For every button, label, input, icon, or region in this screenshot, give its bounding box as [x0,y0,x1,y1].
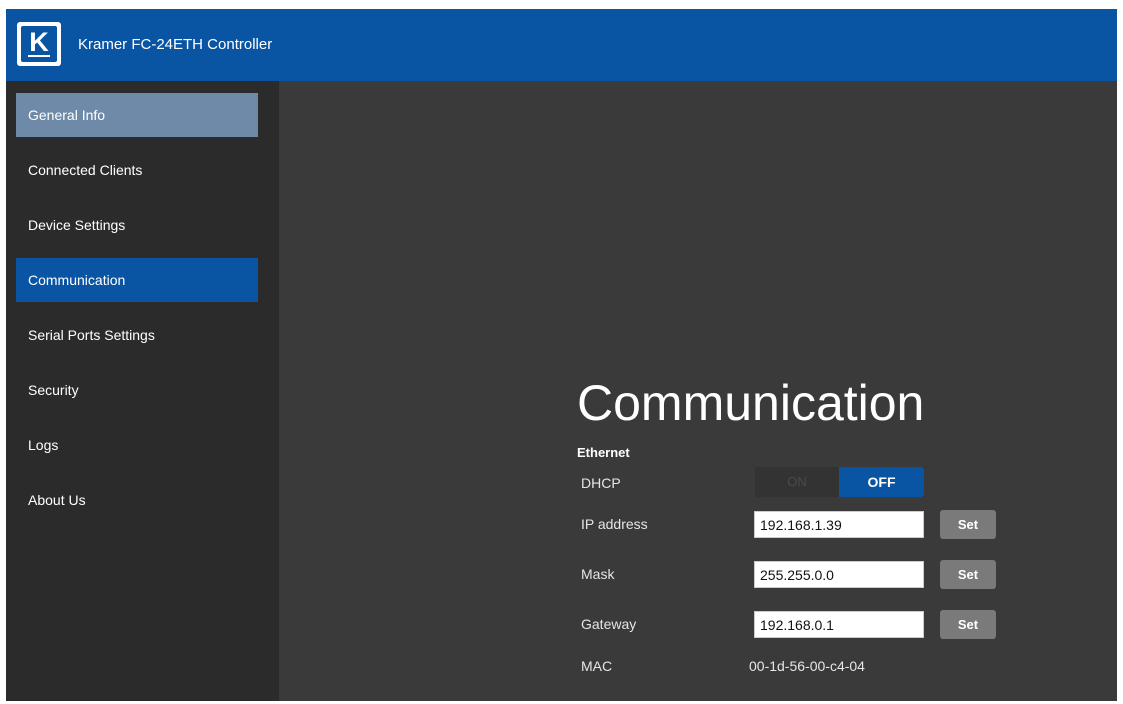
gateway-input[interactable] [754,611,924,638]
mac-label: MAC [581,658,613,674]
dhcp-toggle[interactable]: ON OFF [755,467,924,497]
sidebar-item-serial-ports-settings[interactable]: Serial Ports Settings [16,313,258,357]
sidebar-item-connected-clients[interactable]: Connected Clients [16,148,258,192]
mask-label: Mask [581,566,615,582]
gateway-set-button[interactable]: Set [940,610,996,639]
sidebar-item-about-us[interactable]: About Us [16,478,258,522]
dhcp-label: DHCP [581,475,621,491]
mask-input[interactable] [754,561,924,588]
sidebar-item-device-settings[interactable]: Device Settings [16,203,258,247]
section-ethernet: Ethernet [577,445,630,460]
content-panel: Communication Ethernet DHCP ON OFF IP ad… [279,81,1117,701]
dhcp-toggle-off[interactable]: OFF [839,467,924,497]
app-header: K Kramer FC-24ETH Controller [6,9,1117,81]
ip-address-input[interactable] [754,511,924,538]
sidebar: General Info Connected Clients Device Se… [6,81,279,701]
kramer-logo-icon: K [17,22,61,66]
dhcp-toggle-on[interactable]: ON [755,467,839,497]
sidebar-item-general-info[interactable]: General Info [16,93,258,137]
mac-value: 00-1d-56-00-c4-04 [749,658,865,674]
sidebar-item-security[interactable]: Security [16,368,258,412]
ip-address-set-button[interactable]: Set [940,510,996,539]
sidebar-item-logs[interactable]: Logs [16,423,258,467]
mask-set-button[interactable]: Set [940,560,996,589]
app-title: Kramer FC-24ETH Controller [78,36,273,53]
page-title: Communication [577,375,925,431]
ip-address-label: IP address [581,516,648,532]
sidebar-item-communication[interactable]: Communication [16,258,258,302]
gateway-label: Gateway [581,616,637,632]
